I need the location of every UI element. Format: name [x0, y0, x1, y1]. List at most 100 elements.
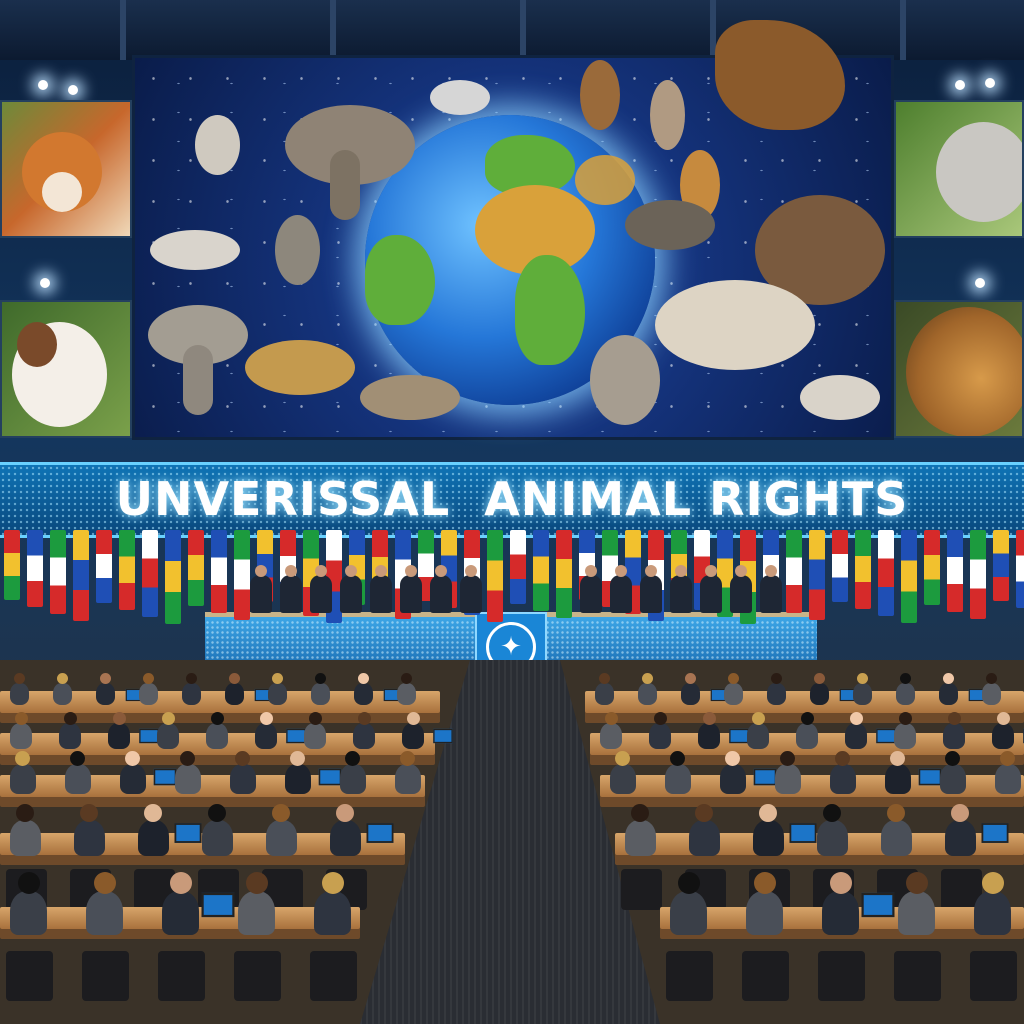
delegate-head	[308, 712, 322, 726]
spotlight	[40, 278, 50, 288]
delegate	[845, 712, 868, 750]
delegate	[175, 751, 201, 794]
delegate-head	[321, 871, 344, 894]
delegate	[974, 871, 1012, 935]
delegate	[885, 751, 911, 794]
delegate	[59, 712, 82, 750]
delegate-head	[751, 712, 765, 726]
official-head	[735, 565, 747, 577]
delegate-head	[185, 673, 197, 685]
desk-monitor	[729, 729, 749, 744]
delegate	[354, 673, 373, 705]
flag	[533, 530, 549, 611]
flag	[4, 530, 20, 600]
delegate-head	[228, 673, 240, 685]
delegate-head	[615, 751, 631, 766]
delegate-head	[981, 871, 1004, 894]
desk-monitor	[433, 729, 453, 744]
delegate-head	[400, 673, 412, 685]
elephant-trunk	[183, 345, 213, 415]
delegate-head	[169, 871, 192, 894]
delegate-head	[63, 712, 77, 726]
elephant-trunk	[330, 150, 360, 220]
delegate-head	[210, 712, 224, 726]
horse-icon	[655, 280, 815, 370]
flag	[510, 530, 526, 604]
delegate	[162, 871, 200, 935]
official-head	[255, 565, 267, 577]
official-head	[465, 565, 477, 577]
office-chair	[742, 951, 790, 1001]
flag	[832, 530, 848, 602]
flag	[165, 530, 181, 624]
delegate	[625, 804, 656, 856]
desk-monitor	[789, 823, 817, 844]
meerkat-icon	[650, 80, 685, 150]
delegate	[10, 751, 36, 794]
kitten-patch	[17, 322, 57, 367]
dais-official	[700, 565, 722, 613]
monkey-icon	[275, 215, 320, 285]
delegate-head	[780, 751, 796, 766]
spotlight	[38, 80, 48, 90]
delegate-head	[856, 673, 868, 685]
delegate-head	[829, 871, 852, 894]
flag	[211, 530, 227, 613]
office-chair	[82, 951, 130, 1001]
delegate-head	[13, 673, 25, 685]
delegate-head	[604, 712, 618, 726]
official-head	[285, 565, 297, 577]
delegate-head	[725, 751, 741, 766]
desk-monitor	[286, 729, 306, 744]
delegate	[992, 712, 1015, 750]
dais-official	[430, 565, 452, 613]
truss-beam	[330, 0, 336, 60]
dais-official	[580, 565, 602, 613]
delegate-head	[70, 751, 86, 766]
delegate	[206, 712, 229, 750]
side-screen-kitten	[0, 300, 132, 438]
desk-monitor	[201, 892, 235, 917]
delegate-head	[899, 673, 911, 685]
delegate-head	[813, 673, 825, 685]
flag	[1016, 530, 1024, 608]
delegate	[397, 673, 416, 705]
delegate	[353, 712, 376, 750]
delegate	[775, 751, 801, 794]
dais-official	[610, 565, 632, 613]
office-chair	[894, 951, 942, 1001]
dais-official	[310, 565, 332, 613]
land-africa-south	[515, 255, 585, 365]
dais-official	[250, 565, 272, 613]
flag	[786, 530, 802, 613]
dais-official	[730, 565, 752, 613]
delegate-head	[357, 712, 371, 726]
flag	[50, 530, 66, 614]
delegate	[10, 804, 41, 856]
official-head	[765, 565, 777, 577]
fox-muzzle	[42, 172, 82, 212]
spotlight	[985, 78, 995, 88]
delegate	[86, 871, 124, 935]
delegate-head	[945, 751, 961, 766]
desk-monitor	[139, 729, 159, 744]
desk-monitor	[153, 768, 176, 786]
lamb-icon	[800, 375, 880, 420]
delegate	[724, 673, 743, 705]
delegate	[138, 804, 169, 856]
delegate	[255, 712, 278, 750]
banner-title: UNVERISSAL ANIMAL RIGHTS	[115, 472, 909, 526]
delegate-head	[406, 712, 420, 726]
spotlight	[68, 85, 78, 95]
flag	[234, 530, 250, 620]
delegate	[995, 751, 1021, 794]
delegate	[10, 712, 33, 750]
delegate	[796, 712, 819, 750]
delegate-head	[996, 712, 1010, 726]
flag	[556, 530, 572, 618]
delegate	[747, 712, 770, 750]
delegate	[767, 673, 786, 705]
delegate	[681, 673, 700, 705]
delegate-head	[598, 673, 610, 685]
spotlight	[975, 278, 985, 288]
